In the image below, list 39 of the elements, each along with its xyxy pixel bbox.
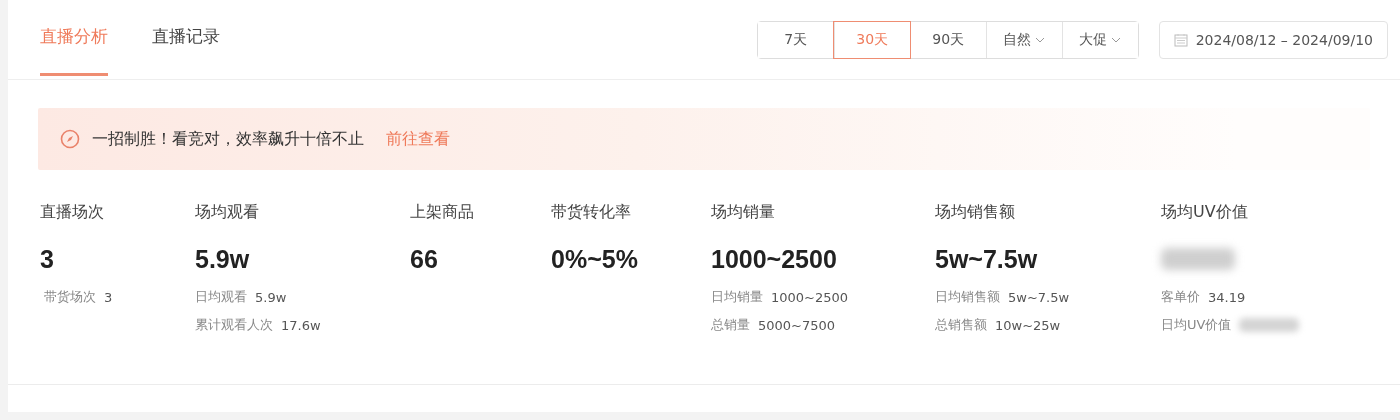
detail-label: 总销量 bbox=[711, 316, 750, 334]
banner-text: 一招制胜！看竞对，效率飙升十倍不止 bbox=[92, 128, 364, 150]
detail-value: 10w~25w bbox=[995, 317, 1061, 333]
date-range-picker[interactable]: 2024/08/12 – 2024/09/10 bbox=[1158, 21, 1388, 59]
chevron-down-icon bbox=[1111, 37, 1122, 43]
metric-value: 5w~7.5w bbox=[935, 244, 1039, 275]
metric-label: 带货转化率 bbox=[551, 202, 632, 223]
detail-label: 总销售额 bbox=[935, 316, 987, 334]
detail-value: 1000~2500 bbox=[771, 289, 849, 305]
detail-label: 累计观看人次 bbox=[195, 316, 273, 334]
calendar-icon bbox=[1173, 33, 1188, 47]
metric-value: 1000~2500 bbox=[711, 244, 838, 275]
detail-label: 日均销量 bbox=[711, 288, 763, 306]
metric-value: 66 bbox=[410, 244, 439, 275]
detail-value: 3 bbox=[104, 289, 113, 305]
detail-label: 日均观看 bbox=[195, 288, 247, 306]
detail-value: 5.9w bbox=[255, 289, 287, 305]
metric-label: 场均观看 bbox=[195, 202, 260, 223]
detail-value: 5w~7.5w bbox=[1008, 289, 1070, 305]
detail-label: 带货场次 bbox=[44, 288, 96, 306]
metric-value: 5.9w bbox=[195, 244, 251, 275]
metric-label: 场均UV价值 bbox=[1161, 202, 1249, 223]
detail-value: 34.19 bbox=[1208, 289, 1246, 305]
metric-label: 直播场次 bbox=[40, 202, 105, 223]
detail-label: 日均销售额 bbox=[935, 288, 1000, 306]
dropdown-button[interactable]: 大促 bbox=[1061, 22, 1138, 58]
metric-label: 上架商品 bbox=[410, 202, 475, 223]
detail-label: 日均UV价值 bbox=[1161, 316, 1232, 334]
metric-label: 场均销售额 bbox=[935, 202, 1016, 223]
metric-label: 场均销量 bbox=[711, 202, 776, 223]
metric-value: 0%~5% bbox=[551, 244, 639, 275]
detail-value: 17.6w bbox=[281, 317, 321, 333]
date-range-text: 2024/08/12 – 2024/09/10 bbox=[1195, 32, 1373, 48]
metric-value: 3 bbox=[40, 244, 55, 275]
detail-label: 客单价 bbox=[1161, 288, 1200, 306]
chevron-down-icon bbox=[1035, 37, 1046, 43]
compass-icon bbox=[60, 129, 80, 149]
detail-value: 5000~7500 bbox=[758, 317, 836, 333]
tab[interactable]: 直播记录 bbox=[152, 0, 220, 76]
